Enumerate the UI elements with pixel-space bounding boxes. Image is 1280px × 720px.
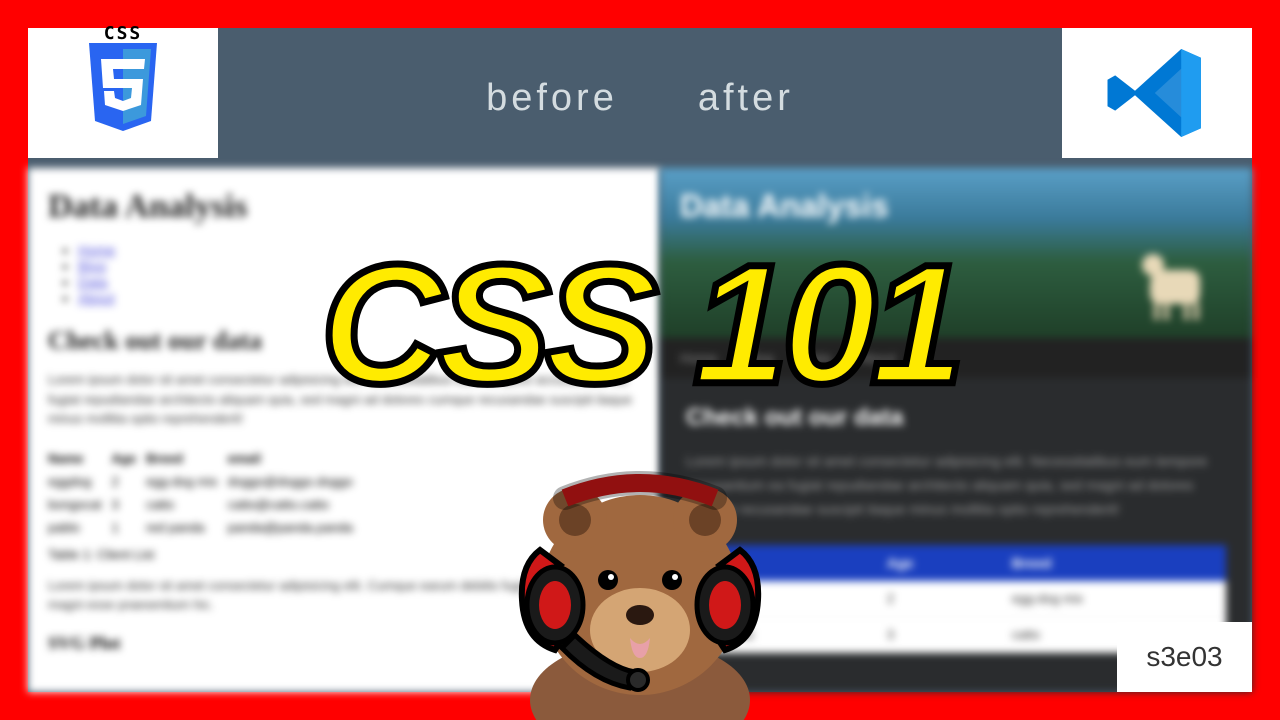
nav-link[interactable]: Data: [78, 274, 108, 290]
mascot-bear-icon: [480, 420, 800, 720]
nav-link[interactable]: Home: [78, 242, 115, 258]
css-label: CSS: [104, 23, 143, 44]
episode-label: s3e03: [1146, 641, 1222, 673]
data-table: NameAgeBreedemail eggdog2egg-dog mixdogg…: [48, 447, 363, 539]
vscode-icon: [1102, 38, 1212, 148]
css3-badge: CSS: [28, 28, 218, 158]
after-label: after: [698, 77, 794, 120]
page-title: Data Analysis: [680, 188, 1232, 225]
css3-shield-icon: [83, 43, 163, 138]
nav-link[interactable]: About: [78, 290, 115, 306]
vscode-badge: [1062, 28, 1252, 158]
dog-image: [1142, 240, 1212, 320]
episode-badge: s3e03: [1117, 622, 1252, 692]
nav-link[interactable]: Blog: [78, 258, 106, 274]
page-title: Data Analysis: [48, 188, 640, 226]
before-label: before: [486, 77, 618, 120]
main-title: CSS 101: [321, 227, 959, 423]
